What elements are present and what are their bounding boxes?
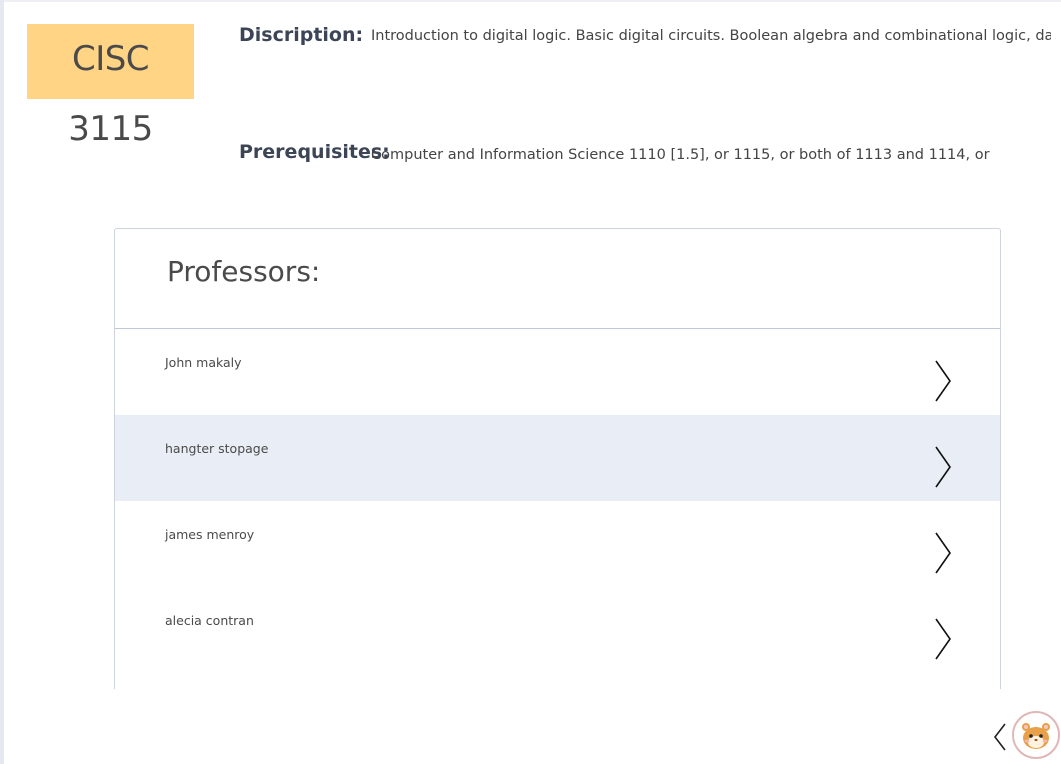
hamster-avatar-icon[interactable] (1012, 711, 1060, 759)
professor-row[interactable]: John makaly (115, 329, 1000, 415)
chevron-right-icon[interactable] (933, 531, 953, 575)
top-border (0, 0, 1061, 2)
professor-name: John makaly (165, 355, 242, 370)
description-text: Introduction to digital logic. Basic dig… (371, 28, 1051, 44)
professors-header: Professors: (115, 229, 1000, 329)
left-border (0, 0, 4, 764)
chevron-right-icon[interactable] (933, 617, 953, 661)
description-label: Discription: (239, 24, 364, 46)
prerequisites-label: Prerequisites: (239, 141, 390, 163)
professor-row[interactable]: hangter stopage (115, 415, 1000, 501)
professor-name: james menroy (165, 527, 255, 542)
course-code-badge: CISC 3115 (27, 24, 194, 149)
chevron-right-icon[interactable] (933, 359, 953, 403)
prerequisites-text: Computer and Information Science 1110 [1… (371, 147, 990, 163)
chevron-right-icon[interactable] (933, 445, 953, 489)
chevron-left-icon[interactable] (992, 722, 1008, 752)
professor-row[interactable]: alecia contran (115, 587, 1000, 673)
professors-card: Professors: John makaly hangter stopage … (114, 228, 1001, 689)
professor-row[interactable]: james menroy (115, 501, 1000, 587)
professor-name: alecia contran (165, 613, 254, 628)
professor-name: hangter stopage (165, 441, 269, 456)
professors-title: Professors: (167, 255, 321, 288)
